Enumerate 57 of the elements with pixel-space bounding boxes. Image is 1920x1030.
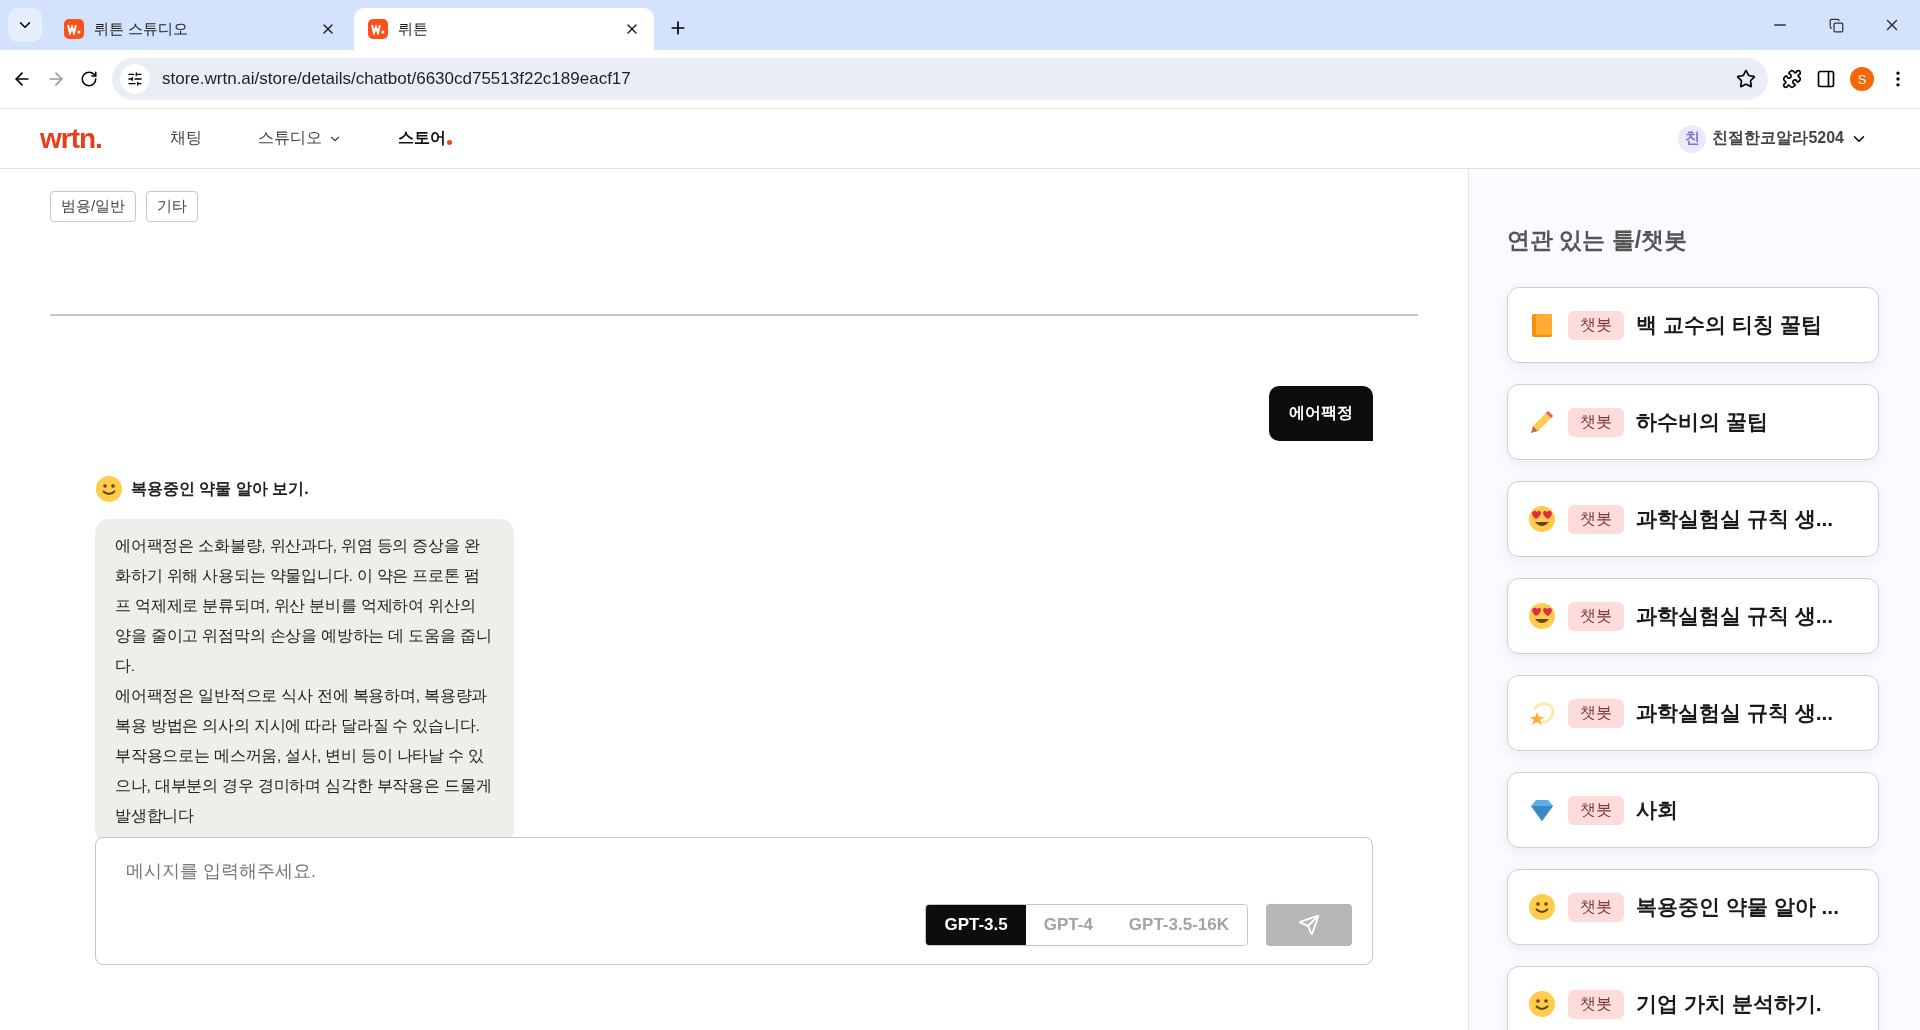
card-title: 과학실험실 규칙 생... bbox=[1636, 506, 1834, 532]
smiley-icon bbox=[1528, 893, 1556, 921]
type-badge: 챗봇 bbox=[1568, 310, 1624, 340]
bot-name: 복용중인 약물 알아 보기. bbox=[131, 478, 309, 499]
type-badge: 챗봇 bbox=[1568, 989, 1624, 1019]
user-message: 에어팩정 bbox=[1269, 386, 1373, 441]
favicon-icon bbox=[64, 19, 84, 39]
related-card[interactable]: 챗봇 사회 bbox=[1507, 772, 1879, 848]
heart-eyes-icon bbox=[1528, 505, 1556, 533]
type-badge: 챗봇 bbox=[1568, 601, 1624, 631]
side-panel-icon[interactable] bbox=[1816, 69, 1836, 89]
card-title: 과학실험실 규칙 생... bbox=[1636, 603, 1834, 629]
reload-icon[interactable] bbox=[80, 70, 98, 88]
type-badge: 챗봇 bbox=[1568, 407, 1624, 437]
card-title: 기업 가치 분석하기. bbox=[1636, 991, 1822, 1017]
pencil-icon bbox=[1528, 408, 1556, 436]
browser-tab[interactable]: 뤼튼 bbox=[354, 8, 654, 50]
extensions-icon[interactable] bbox=[1782, 69, 1802, 89]
related-card[interactable]: 챗봇 과학실험실 규칙 생... bbox=[1507, 481, 1879, 557]
card-title: 과학실험실 규칙 생... bbox=[1636, 700, 1834, 726]
sliders-icon bbox=[127, 71, 143, 87]
heart-eyes-icon bbox=[1528, 602, 1556, 630]
star-swirl-icon bbox=[1528, 699, 1556, 727]
nav-link[interactable]: 채팅 bbox=[169, 128, 202, 149]
message-text: 에어팩정은 일반적으로 식사 전에 복용하며, 복용량과 복용 방법은 의사의 지시에 따라 달라질 수 있습니다. 부작용으로는 메스꺼움, 설사, 변비 등이 나타날 수 있으나, 대부분의 경우 경미하며 심각한 부작용은 드물게 발생합니다 bbox=[115, 686, 493, 826]
related-card[interactable]: 챗봇 과학실험실 규칙 생... bbox=[1507, 675, 1879, 751]
smiley-icon bbox=[1528, 990, 1556, 1018]
related-card[interactable]: 챗봇 기업 가치 분석하기. bbox=[1507, 966, 1879, 1030]
bookmark-star-icon[interactable] bbox=[1736, 69, 1756, 89]
related-card[interactable]: 챗봇 하수비의 꿀팁 bbox=[1507, 384, 1879, 460]
favicon-icon bbox=[368, 19, 388, 39]
type-badge: 챗봇 bbox=[1568, 892, 1624, 922]
active-dot bbox=[446, 140, 452, 145]
card-title: 복용중인 약물 알아 ... bbox=[1636, 894, 1839, 920]
user-name[interactable]: 친절한코알라5204 bbox=[1712, 128, 1844, 149]
card-title: 사회 bbox=[1636, 797, 1678, 823]
site-settings-icon[interactable] bbox=[120, 64, 150, 94]
browser-tab[interactable]: 뤼튼 스튜디오 bbox=[50, 8, 350, 50]
related-card[interactable]: 챗봇 과학실험실 규칙 생... bbox=[1507, 578, 1879, 654]
type-badge: 챗봇 bbox=[1568, 698, 1624, 728]
send-icon bbox=[1298, 914, 1320, 936]
address-bar[interactable]: store.wrtn.ai/store/details/chatbot/6630cd75513f22c189eacf17 bbox=[112, 58, 1768, 100]
category-tag: 범용/일반 bbox=[50, 191, 137, 222]
card-title: 하수비의 꿀팁 bbox=[1636, 409, 1768, 435]
nav-link[interactable]: 스튜디오 bbox=[257, 128, 342, 149]
category-tag: 기타 bbox=[146, 191, 199, 222]
section-title: 연관 있는 툴/챗봇 bbox=[1507, 226, 1689, 255]
related-card[interactable]: 챗봇 백 교수의 티칭 꿀팁 bbox=[1507, 287, 1879, 363]
nav-link[interactable]: 스토어 bbox=[397, 128, 446, 149]
related-card[interactable]: 챗봇 복용중인 약물 알아 ... bbox=[1507, 869, 1879, 945]
logo[interactable]: wrtn. bbox=[40, 122, 102, 155]
card-title: 백 교수의 티칭 꿀팁 bbox=[1636, 312, 1822, 338]
model-option[interactable]: GPT-3.5 bbox=[926, 905, 1026, 945]
message-text: 에어팩정은 소화불량, 위산과다, 위염 등의 증상을 완화하기 위해 사용되는 약물입니다. 이 약은 프로톤 펌프 억제제로 분류되며, 위산 분비를 억제하여 위산의 양을 줄이고 위점막의 손상을 예방하는 데 도움을 줍니다. bbox=[115, 536, 493, 676]
smiley-icon bbox=[95, 475, 123, 503]
type-badge: 챗봇 bbox=[1568, 795, 1624, 825]
type-badge: 챗봇 bbox=[1568, 504, 1624, 534]
